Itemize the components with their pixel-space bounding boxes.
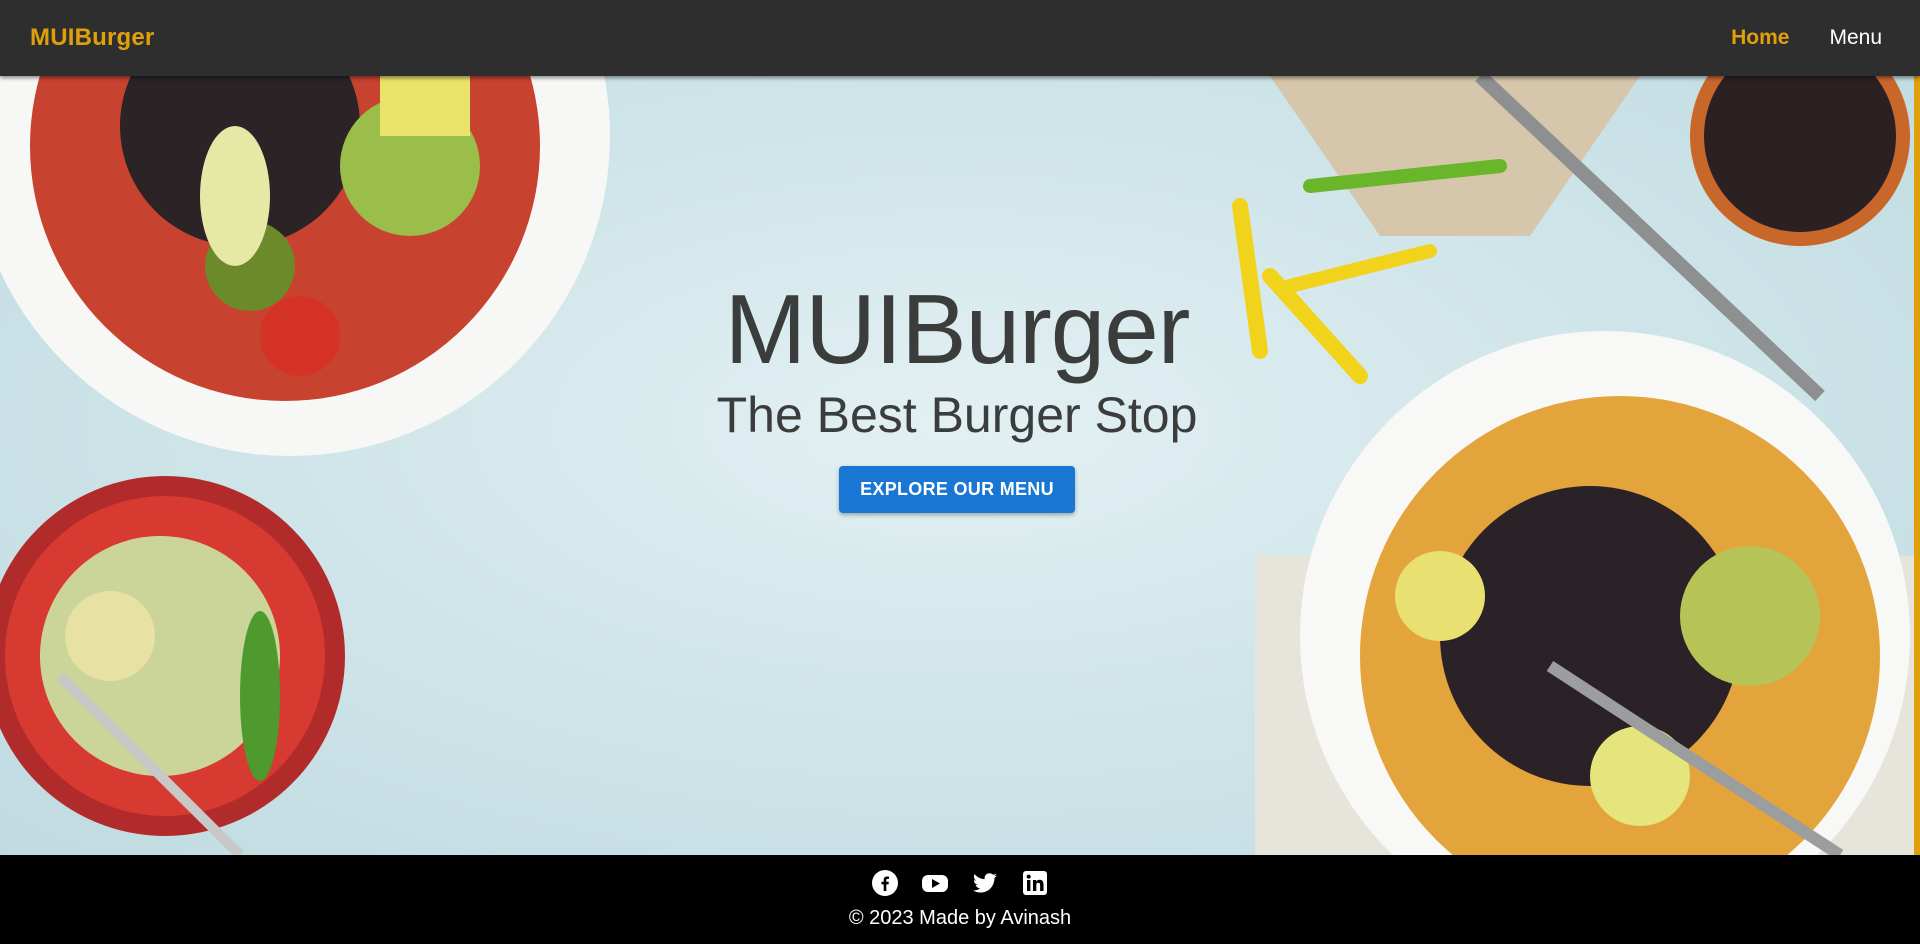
hero-content: MUIBurger The Best Burger Stop EXPLORE O… — [0, 76, 1914, 855]
hero-section: MUIBurger The Best Burger Stop EXPLORE O… — [0, 76, 1914, 855]
hero-subtitle: The Best Burger Stop — [716, 387, 1198, 444]
nav-link-menu[interactable]: Menu — [1829, 26, 1882, 50]
linkedin-icon[interactable] — [1021, 869, 1049, 897]
nav-link-home[interactable]: Home — [1731, 26, 1789, 50]
explore-menu-button[interactable]: EXPLORE OUR MENU — [839, 466, 1075, 514]
youtube-icon[interactable] — [921, 869, 949, 897]
social-links — [871, 869, 1049, 897]
facebook-icon[interactable] — [871, 869, 899, 897]
nav-links: Home Menu — [1731, 26, 1882, 50]
hero-title: MUIBurger — [724, 273, 1191, 384]
twitter-icon[interactable] — [971, 869, 999, 897]
copyright-text: © 2023 Made by Avinash — [848, 907, 1072, 929]
footer: © 2023 Made by Avinash — [0, 855, 1920, 944]
top-navbar: MUIBurger Home Menu — [0, 0, 1920, 76]
brand-logo-link[interactable]: MUIBurger — [30, 24, 154, 52]
page-scrollbar[interactable] — [1914, 76, 1920, 855]
